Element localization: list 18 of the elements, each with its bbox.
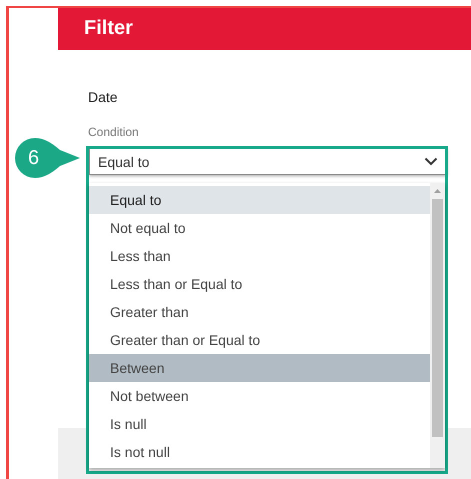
- dropdown-option[interactable]: Less than or Equal to: [89, 270, 430, 298]
- dropdown-option[interactable]: Is not null: [89, 438, 430, 466]
- dropdown-option[interactable]: Greater than: [89, 298, 430, 326]
- scrollbar[interactable]: [430, 183, 445, 468]
- field-label: Date: [88, 88, 119, 106]
- dropdown-option[interactable]: Is null: [89, 410, 430, 438]
- condition-label: Condition: [88, 124, 140, 140]
- dropdown-option[interactable]: Not equal to: [89, 214, 430, 242]
- dropdown-option[interactable]: Greater than or Equal to: [89, 326, 430, 354]
- scroll-up-icon[interactable]: [434, 189, 441, 193]
- chevron-down-icon: [424, 157, 438, 166]
- dropdown-option[interactable]: Between: [89, 354, 430, 382]
- dropdown-option[interactable]: Not between: [89, 382, 430, 410]
- condition-dropdown[interactable]: Equal to: [89, 148, 447, 175]
- dropdown-option[interactable]: Equal to: [89, 186, 430, 214]
- dropdown-option[interactable]: Less than: [89, 242, 430, 270]
- panel-title: Filter: [84, 17, 133, 39]
- step-badge: 6: [15, 138, 80, 178]
